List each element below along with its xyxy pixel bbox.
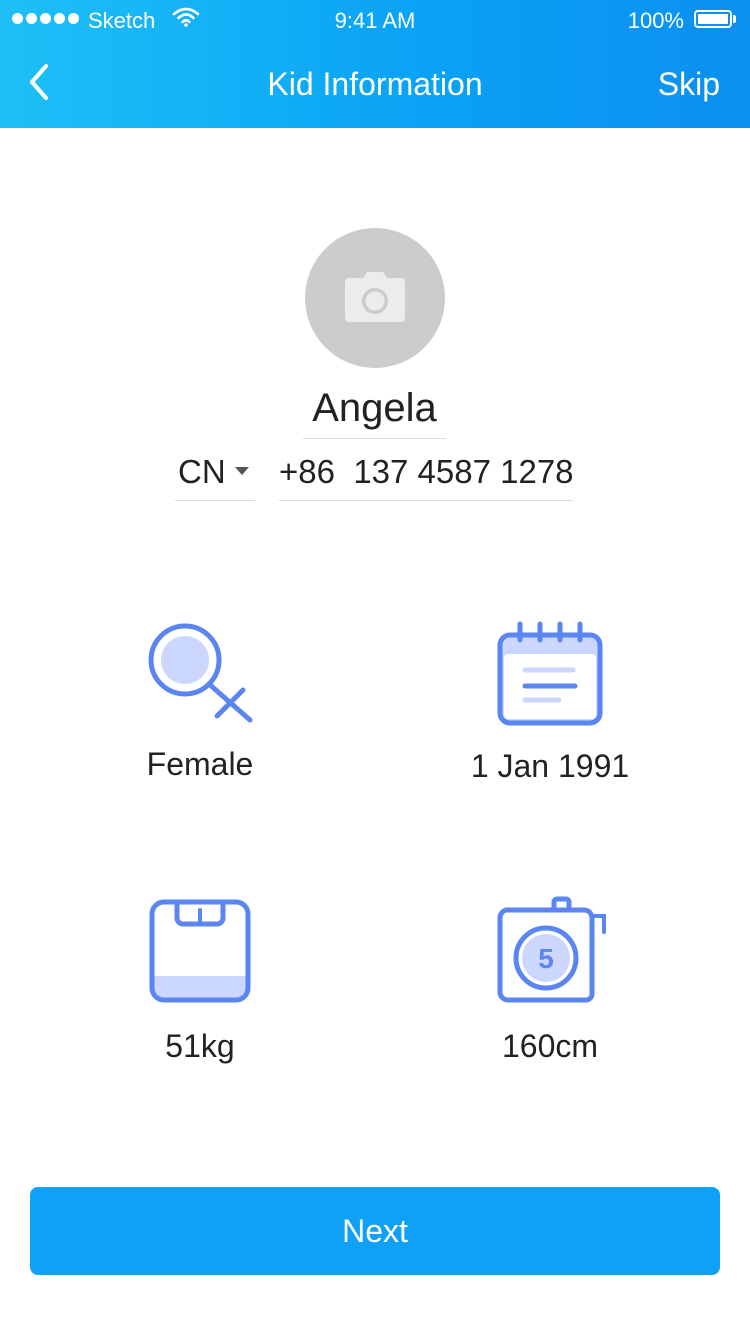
calendar-icon <box>497 621 603 726</box>
tape-measure-icon: 5 <box>497 896 606 1003</box>
battery-icon <box>694 10 738 28</box>
battery-percent: 100% <box>627 8 684 33</box>
height-label: 160cm <box>501 1028 599 1064</box>
kid-name-field[interactable]: Angela <box>303 382 446 439</box>
country-code-select[interactable]: CN <box>175 448 255 501</box>
birthday-option[interactable]: 1 Jan 1991 <box>430 620 670 785</box>
caret-down-icon <box>235 467 249 475</box>
back-chevron-icon <box>30 64 48 100</box>
scale-icon <box>149 899 251 1003</box>
phone-number-field[interactable]: +86 137 4587 1278 <box>279 448 574 501</box>
skip-button[interactable]: Skip <box>658 66 720 103</box>
tape-digit: 5 <box>538 943 554 974</box>
height-option[interactable]: 5 160cm <box>430 896 670 1065</box>
weight-option[interactable]: 51kg <box>80 896 320 1065</box>
birthday-label: 1 Jan 1991 <box>470 748 630 784</box>
country-code-value: CN <box>178 453 226 490</box>
weight-label: 51kg <box>165 1028 235 1064</box>
page-title: Kid Information <box>267 66 483 102</box>
gender-label: Female <box>146 746 254 782</box>
back-button[interactable] <box>24 60 64 110</box>
next-button[interactable]: Next <box>30 1187 720 1275</box>
status-bar: Sketch 9:41 AM 100% <box>0 0 750 40</box>
camera-icon <box>345 272 405 322</box>
avatar-photo-picker[interactable] <box>305 228 445 368</box>
gender-option[interactable]: Female <box>80 620 320 783</box>
female-icon <box>148 623 253 723</box>
header-bar: Sketch 9:41 AM 100% Kid Information Skip <box>0 0 750 128</box>
